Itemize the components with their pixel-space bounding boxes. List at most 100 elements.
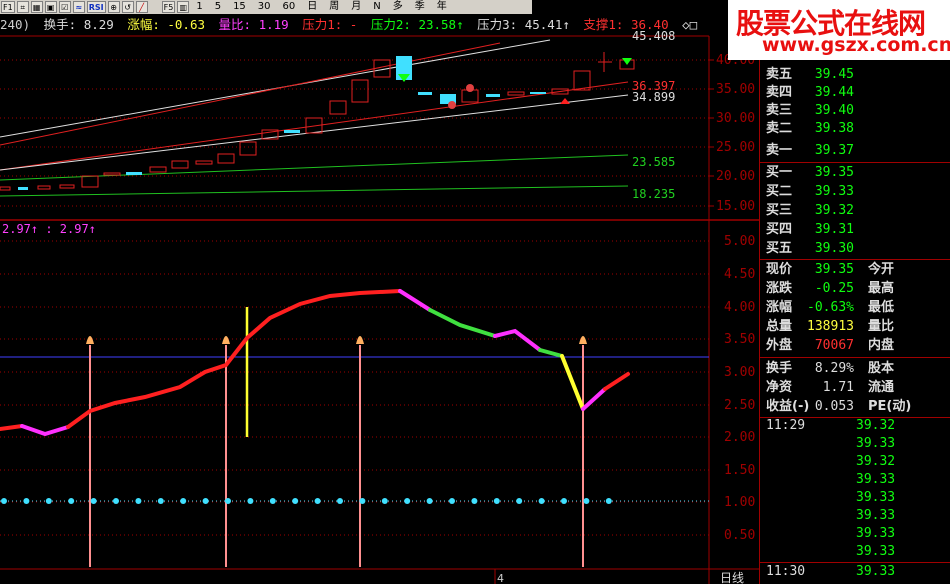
ask-price: 39.40 — [814, 103, 854, 118]
candle — [329, 100, 347, 115]
stat-row: 净资 1.71 流通 — [764, 379, 950, 397]
ask-row[interactable]: 卖四 39.44 — [764, 84, 950, 102]
cyan-dot — [314, 498, 321, 504]
stat-right-label: 流通 — [868, 380, 895, 395]
stat-value: 138913 — [807, 319, 854, 334]
candle — [239, 141, 257, 156]
tick-row: 39.33 — [764, 489, 950, 507]
price-axis-label: 20.00 — [716, 169, 755, 184]
curve-segment — [493, 328, 542, 352]
bid-label: 买三 — [766, 203, 793, 218]
indicator-axis: 5.00 4.50 4.00 3.50 3.00 2.50 2.00 1.50 … — [724, 234, 755, 543]
stat-row: 外盘 70067 内盘 — [764, 337, 950, 355]
stat-right-label: 内盘 — [868, 338, 895, 353]
grid — [0, 59, 709, 536]
candle — [418, 92, 432, 95]
down-arrow-icon — [622, 58, 632, 65]
indicator-axis-label: 1.50 — [724, 463, 755, 478]
curve-segment — [20, 424, 70, 437]
site-watermark: 股票公式在线网 www.gszx.com.cn — [728, 0, 950, 60]
ask-label: 卖一 — [766, 143, 793, 158]
cyan-dot — [538, 498, 545, 504]
indicator-axis-label: 2.50 — [724, 398, 755, 413]
signal-dot-icon — [466, 84, 474, 92]
price-axis-label: 35.00 — [716, 82, 755, 97]
bid-label: 买五 — [766, 241, 793, 256]
cyan-dot — [516, 498, 523, 504]
bid-row[interactable]: 买一 39.35 — [764, 164, 950, 182]
tick-price: 39.32 — [856, 418, 896, 433]
separator — [760, 162, 950, 163]
cyan-dot — [45, 498, 52, 504]
ask-label: 卖四 — [766, 85, 793, 100]
curve-segment — [603, 372, 630, 391]
stat-label: 净资 — [766, 380, 793, 395]
tick-row: 39.33 — [764, 507, 950, 525]
cyan-dots — [1, 498, 612, 504]
cyan-dot — [426, 498, 433, 504]
flame-icon — [86, 336, 94, 344]
bid-price: 39.31 — [814, 222, 854, 237]
tick-row: 39.33 — [764, 543, 950, 561]
separator — [760, 259, 950, 260]
stat-right-label: 最低 — [868, 300, 895, 315]
candle — [195, 160, 213, 165]
stat-right-label: PE(动) — [868, 399, 912, 414]
cyan-dot — [68, 498, 75, 504]
ask-row[interactable]: 卖五 39.45 — [764, 66, 950, 84]
bid-label: 买二 — [766, 184, 793, 199]
candle — [59, 184, 75, 189]
tick-row: 39.32 — [764, 453, 950, 471]
indicator-axis-label: 4.50 — [724, 267, 755, 282]
ask-label: 卖五 — [766, 67, 793, 82]
indicator-axis-label: 3.50 — [724, 332, 755, 347]
ask-row[interactable]: 卖二 39.38 — [764, 120, 950, 138]
bid-row[interactable]: 买三 39.32 — [764, 202, 950, 220]
ask-row[interactable]: 卖三 39.40 — [764, 102, 950, 120]
signal-bars — [89, 345, 584, 567]
bid-row[interactable]: 买二 39.33 — [764, 183, 950, 201]
price-axis-label: 15.00 — [716, 199, 755, 214]
stat-right-label: 最高 — [868, 281, 895, 296]
ask-row[interactable]: 卖一 39.37 — [764, 142, 950, 160]
bid-row[interactable]: 买四 39.31 — [764, 221, 950, 239]
candle — [81, 175, 99, 188]
signal-dot-icon — [448, 101, 456, 109]
bid-price: 39.35 — [814, 165, 854, 180]
bid-price: 39.32 — [814, 203, 854, 218]
stat-label: 外盘 — [766, 338, 793, 353]
quote-panel: 卖五 39.45 卖四 39.44 卖三 39.40 卖二 39.38 卖一 3… — [759, 60, 950, 584]
candlesticks — [0, 52, 635, 191]
separator — [760, 357, 950, 358]
tick-row: 39.33 — [764, 471, 950, 489]
chart-canvas: 40.00 35.00 30.00 25.00 20.00 15.00 5.00… — [0, 29, 759, 584]
cyan-dot — [449, 498, 455, 504]
stat-row: 收益(-) 0.053 PE(动) — [764, 398, 950, 416]
axis-ticks — [709, 59, 714, 207]
green-lower-label: 18.235 — [632, 187, 675, 201]
cyan-dot — [90, 498, 97, 504]
indicator-curve — [0, 289, 630, 437]
period-label: 日线 — [720, 571, 744, 584]
indicator-axis-label: 2.00 — [724, 430, 755, 445]
tick-row: 11:29 39.32 — [764, 417, 950, 435]
tick-row: 39.33 — [764, 435, 950, 453]
cyan-dot — [359, 498, 366, 504]
candle — [126, 172, 142, 175]
price-axis-label: 25.00 — [716, 140, 755, 155]
curve-segment — [0, 424, 24, 431]
tick-time: 11:29 — [766, 418, 806, 433]
candle — [351, 79, 369, 103]
stat-value: 39.35 — [814, 262, 854, 277]
tick-price: 39.33 — [856, 490, 896, 505]
top-line-label: 45.408 — [632, 29, 675, 43]
candle — [217, 153, 235, 164]
bid-row[interactable]: 买五 39.30 — [764, 240, 950, 258]
tick-price: 39.33 — [856, 472, 896, 487]
stat-row: 换手 8.29% 股本 — [764, 360, 950, 378]
curve-segment — [66, 289, 402, 429]
cyan-dot — [583, 498, 590, 504]
stat-right-label: 今开 — [868, 262, 895, 277]
stat-label: 总量 — [766, 319, 793, 334]
indicator-axis-label: 4.00 — [724, 300, 755, 315]
